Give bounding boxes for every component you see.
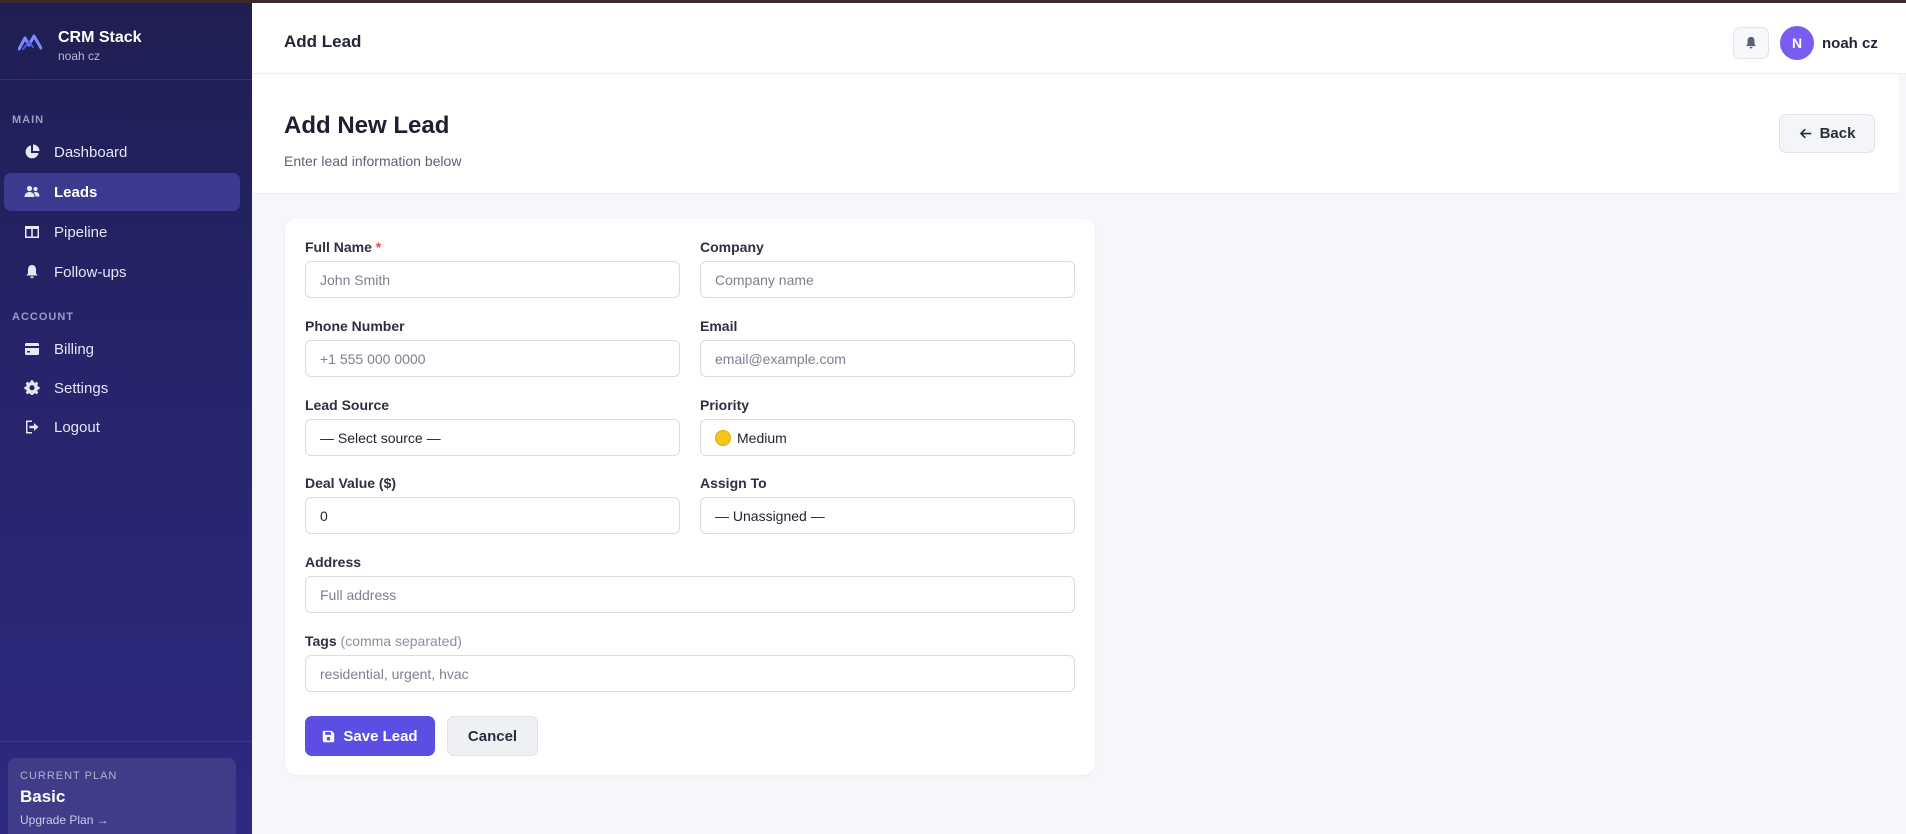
sidebar-item-leads[interactable]: Leads (4, 173, 240, 211)
sidebar-item-pipeline[interactable]: Pipeline (4, 213, 240, 251)
deal-value-label: Deal Value ($) (305, 475, 397, 491)
sidebar-item-label: Pipeline (54, 223, 108, 241)
sidebar-item-label: Logout (54, 418, 100, 436)
full-name-label-text: Full Name (305, 239, 372, 255)
full-name-input[interactable] (305, 261, 680, 298)
notifications-button[interactable] (1733, 27, 1769, 59)
sidebar-item-label: Leads (54, 183, 98, 201)
credit-card-icon (24, 341, 40, 357)
deal-value-input[interactable] (305, 497, 680, 534)
sidebar-divider (0, 741, 252, 742)
address-input[interactable] (305, 576, 1075, 613)
required-marker: * (375, 239, 382, 255)
plan-name: Basic (20, 787, 66, 806)
phone-input[interactable] (305, 340, 680, 377)
bell-icon (1746, 36, 1756, 49)
save-icon (323, 730, 335, 742)
tags-input[interactable] (305, 655, 1075, 692)
avatar[interactable]: N (1780, 26, 1814, 60)
header-title: Add Lead (284, 32, 362, 51)
tags-label: Tags (comma separated) (305, 633, 462, 649)
assign-to-value: — Unassigned — (715, 507, 825, 524)
columns-icon (24, 224, 40, 240)
company-input[interactable] (700, 261, 1075, 298)
page-header: Add New Lead Enter lead information belo… (252, 74, 1898, 194)
full-name-label: Full Name * (305, 239, 381, 255)
top-header: Add Lead N noah cz (252, 3, 1906, 74)
save-label: Save Lead (343, 727, 418, 745)
sidebar-item-label: Billing (54, 340, 95, 358)
plan-label: CURRENT PLAN (20, 770, 118, 782)
gear-icon (24, 380, 40, 396)
company-label: Company (700, 239, 764, 255)
add-lead-form: Full Name * Company Phone Number Email L… (285, 219, 1095, 775)
priority-label: Priority (700, 397, 750, 413)
back-label: Back (1819, 125, 1856, 142)
sidebar-item-label: Follow-ups (54, 263, 127, 281)
lead-source-value: — Select source — (320, 429, 441, 446)
upgrade-plan-link[interactable]: Upgrade Plan → (20, 813, 109, 827)
section-label-account: ACCOUNT (12, 311, 74, 323)
assign-to-select[interactable]: — Unassigned — (700, 497, 1075, 534)
sidebar-item-follow-ups[interactable]: Follow-ups (4, 253, 240, 291)
users-icon (24, 184, 40, 200)
sidebar-item-logout[interactable]: Logout (4, 408, 240, 446)
logout-icon (24, 419, 40, 435)
sidebar-item-label: Settings (54, 379, 109, 397)
brand-user: noah cz (58, 49, 101, 63)
save-lead-button[interactable]: Save Lead (305, 716, 435, 756)
sidebar-item-billing[interactable]: Billing (4, 330, 240, 368)
brand[interactable]: CRM Stack noah cz (0, 0, 252, 80)
arrow-left-icon (1799, 128, 1811, 139)
cancel-button[interactable]: Cancel (447, 716, 538, 756)
lead-source-select[interactable]: — Select source — (305, 419, 680, 456)
bell-icon (24, 264, 40, 280)
logo-mark-icon (18, 34, 42, 51)
sidebar: CRM Stack noah cz MAIN Dashboard Leads P… (0, 0, 252, 834)
priority-value: Medium (737, 429, 787, 446)
priority-select[interactable]: Medium (700, 419, 1075, 456)
top-accent-line (0, 0, 1906, 3)
brand-name: CRM Stack (58, 29, 142, 46)
email-label: Email (700, 318, 738, 334)
yellow-circle-icon (715, 429, 731, 446)
sidebar-item-dashboard[interactable]: Dashboard (4, 133, 240, 171)
current-plan-card: CURRENT PLAN Basic Upgrade Plan → (8, 758, 236, 834)
assign-to-label: Assign To (700, 475, 767, 491)
phone-label: Phone Number (305, 318, 405, 334)
lead-source-label: Lead Source (305, 397, 390, 413)
sidebar-item-label: Dashboard (54, 143, 128, 161)
tags-label-text: Tags (305, 633, 337, 649)
section-label-main: MAIN (12, 114, 45, 126)
header-user-name[interactable]: noah cz (1822, 35, 1878, 52)
sidebar-item-settings[interactable]: Settings (4, 369, 240, 407)
back-button[interactable]: Back (1779, 114, 1875, 153)
email-input[interactable] (700, 340, 1075, 377)
page-title: Add New Lead (284, 112, 450, 139)
page-subtitle: Enter lead information below (284, 153, 462, 169)
pie-chart-icon (24, 144, 40, 160)
tags-hint: (comma separated) (340, 633, 462, 649)
address-label: Address (305, 554, 362, 570)
